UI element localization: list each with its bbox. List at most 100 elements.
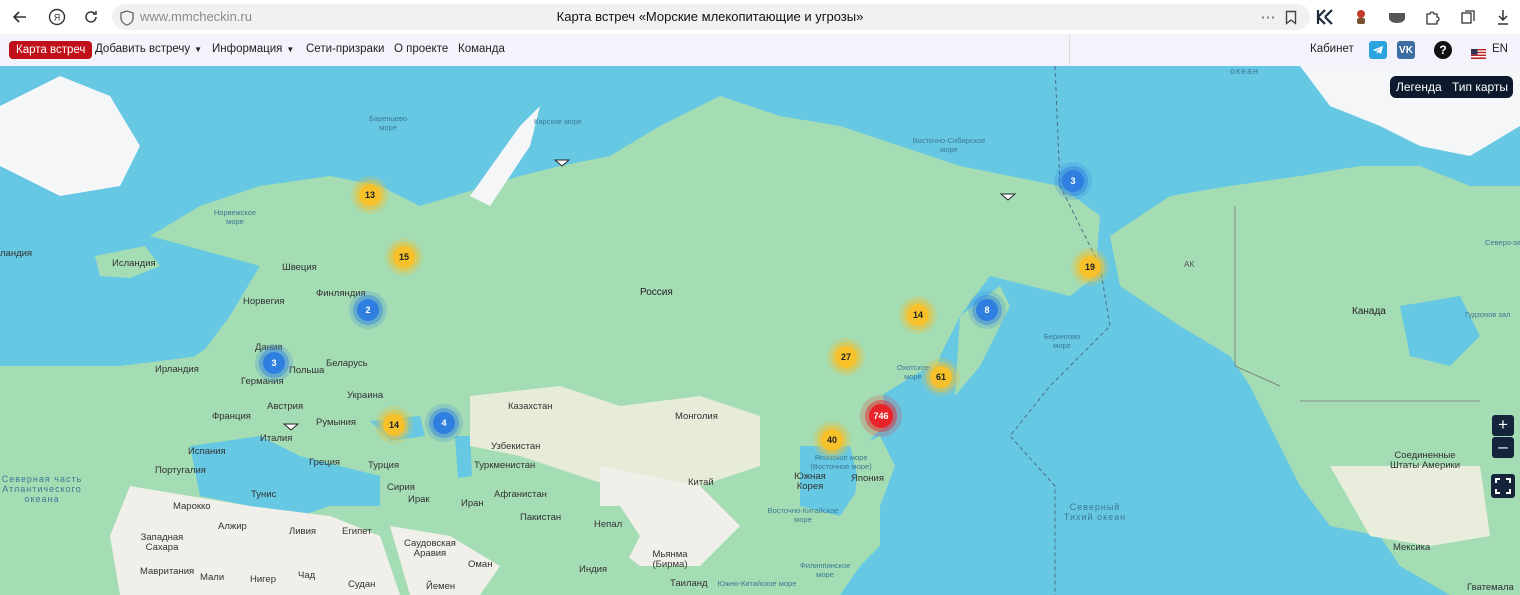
collections-icon[interactable] [1457, 6, 1479, 28]
fullscreen-icon[interactable] [1491, 474, 1515, 498]
zoom-in-button[interactable]: + [1492, 415, 1514, 436]
nav-add-meeting[interactable]: Добавить встречу ▼ [95, 43, 202, 55]
label-north-west: Северо-за [1484, 238, 1520, 247]
cluster-marker[interactable]: 27 [835, 346, 857, 368]
page-title: Карта встреч «Морские млекопитающие и уг… [556, 9, 864, 24]
label-japan: Япония [851, 473, 884, 484]
chevron-down-icon: ▼ [194, 45, 203, 54]
cluster-marker[interactable]: 14 [907, 304, 929, 326]
label-thailand: Таиланд [670, 578, 708, 589]
label-mauritania: Мавритания [140, 566, 195, 577]
label-belarus: Беларусь [326, 358, 368, 369]
label-okhotsk-sea: Охотское море [896, 363, 930, 381]
map-view[interactable]: Россия Казахстан Монголия Китай Канада С… [0, 66, 1520, 595]
cluster-marker[interactable]: 4 [433, 412, 455, 434]
label-usa: Соединенные Штаты Америки [1389, 450, 1461, 471]
label-algeria: Алжир [218, 521, 247, 532]
label-morocco: Марокко [173, 501, 211, 512]
label-yemen: Йемен [426, 581, 456, 592]
label-canada: Канада [1352, 306, 1386, 317]
map-type-button[interactable]: Тип карты [1452, 80, 1508, 94]
cluster-marker[interactable]: 61 [930, 366, 952, 388]
cluster-marker[interactable]: 15 [393, 246, 415, 268]
bookmark-icon[interactable] [1280, 6, 1302, 28]
label-japan-sea: Японское море (Восточное море) [810, 453, 872, 471]
label-east-china-sea: Восточно-Китайское море [767, 506, 839, 524]
extension-cap-icon[interactable] [1386, 6, 1408, 28]
extension-k-icon[interactable] [1314, 6, 1336, 28]
vk-icon[interactable]: VK [1397, 41, 1415, 59]
label-norway: Норвегия [243, 296, 285, 307]
label-hudson-bay: Гудзонов зал [1465, 310, 1511, 319]
label-south-korea: Южная Корея [794, 471, 826, 492]
label-turkmenistan: Туркменистан [474, 460, 536, 471]
cluster-marker[interactable]: 40 [821, 429, 843, 451]
label-kara-sea: Карское море [534, 117, 582, 126]
label-france: Франция [212, 411, 251, 422]
nav-about[interactable]: О проекте [394, 43, 448, 55]
zoom-out-button[interactable]: – [1492, 437, 1514, 458]
label-pakistan: Пакистан [520, 512, 562, 523]
label-ukraine: Украина [347, 390, 384, 401]
browser-toolbar: Я www.mmcheckin.ru Карта встреч «Морские… [0, 0, 1520, 35]
help-icon[interactable]: ? [1434, 41, 1452, 59]
cluster-marker[interactable]: 3 [1062, 170, 1084, 192]
nav-map-active[interactable]: Карта встреч [9, 41, 93, 59]
nav-ghost-nets[interactable]: Сети-призраки [306, 43, 384, 55]
chevron-down-icon: ▼ [286, 45, 295, 54]
cluster-marker[interactable]: 14 [383, 414, 405, 436]
nav-add-meeting-label: Добавить встречу [95, 43, 191, 55]
label-iraq: Ирак [408, 494, 430, 505]
label-portugal: Португалия [155, 465, 206, 476]
cluster-marker[interactable]: 13 [359, 184, 381, 206]
nav-info[interactable]: Информация ▼ [212, 43, 294, 55]
nav-cabinet[interactable]: Кабинет [1310, 43, 1354, 55]
label-ireland: Ирландия [155, 364, 199, 375]
label-finland: Финляндия [316, 288, 366, 299]
station-icon[interactable] [553, 154, 571, 172]
label-afghanistan: Афганистан [494, 489, 547, 500]
label-niger: Нигер [250, 574, 276, 585]
nav-info-label: Информация [212, 43, 283, 55]
label-uzbekistan: Узбекистан [491, 441, 541, 452]
language-switch[interactable]: EN [1492, 43, 1508, 55]
label-denmark: Дания [255, 342, 283, 353]
label-syria: Сирия [387, 482, 415, 493]
nav-team[interactable]: Команда [458, 43, 505, 55]
label-iceland-edge: ландия [0, 248, 33, 259]
puzzle-icon[interactable] [1421, 6, 1443, 28]
label-guatemala: Гватемала [1467, 582, 1514, 593]
legend-button[interactable]: Легенда [1396, 80, 1442, 94]
cluster-marker[interactable]: 19 [1079, 256, 1101, 278]
label-kazakhstan: Казахстан [508, 401, 553, 412]
cluster-marker[interactable]: 2 [357, 299, 379, 321]
label-north-atlantic: Северная часть Атлантического океана [1, 474, 83, 504]
extension-figure-icon[interactable] [1350, 6, 1372, 28]
label-austria: Австрия [267, 401, 304, 412]
cluster-marker[interactable]: 3 [263, 352, 285, 374]
nav-divider [1069, 34, 1070, 66]
label-spain: Испания [188, 446, 226, 457]
station-icon[interactable] [282, 418, 300, 436]
label-east-siberian-sea: Восточно-Сибирское море [912, 136, 986, 154]
label-philippine-sea: Филиппинское море [800, 561, 851, 579]
label-ak: AK [1184, 260, 1195, 269]
label-mexico: Мексика [1393, 542, 1431, 553]
label-india: Индия [579, 564, 608, 575]
cluster-marker[interactable]: 8 [976, 299, 998, 321]
label-ocean-top: океан [1230, 66, 1260, 76]
label-barents-sea: Баренцево море [368, 114, 408, 132]
site-nav: Карта встреч Добавить встречу ▼ Информаци… [0, 34, 1520, 67]
label-romania: Румыния [316, 417, 357, 428]
label-mongolia: Монголия [675, 411, 718, 422]
us-flag-icon [1471, 46, 1486, 59]
label-bering-sea: Берингово море [1043, 332, 1081, 350]
download-icon[interactable] [1492, 6, 1514, 28]
label-chad: Чад [298, 570, 316, 581]
more-icon[interactable]: ⋯ [1257, 6, 1279, 28]
telegram-icon[interactable] [1369, 41, 1387, 59]
station-icon[interactable] [999, 188, 1017, 206]
cluster-marker[interactable]: 746 [869, 404, 893, 428]
label-myanmar: Мьянма (Бирма) [652, 549, 688, 570]
label-turkey: Турция [368, 460, 400, 471]
